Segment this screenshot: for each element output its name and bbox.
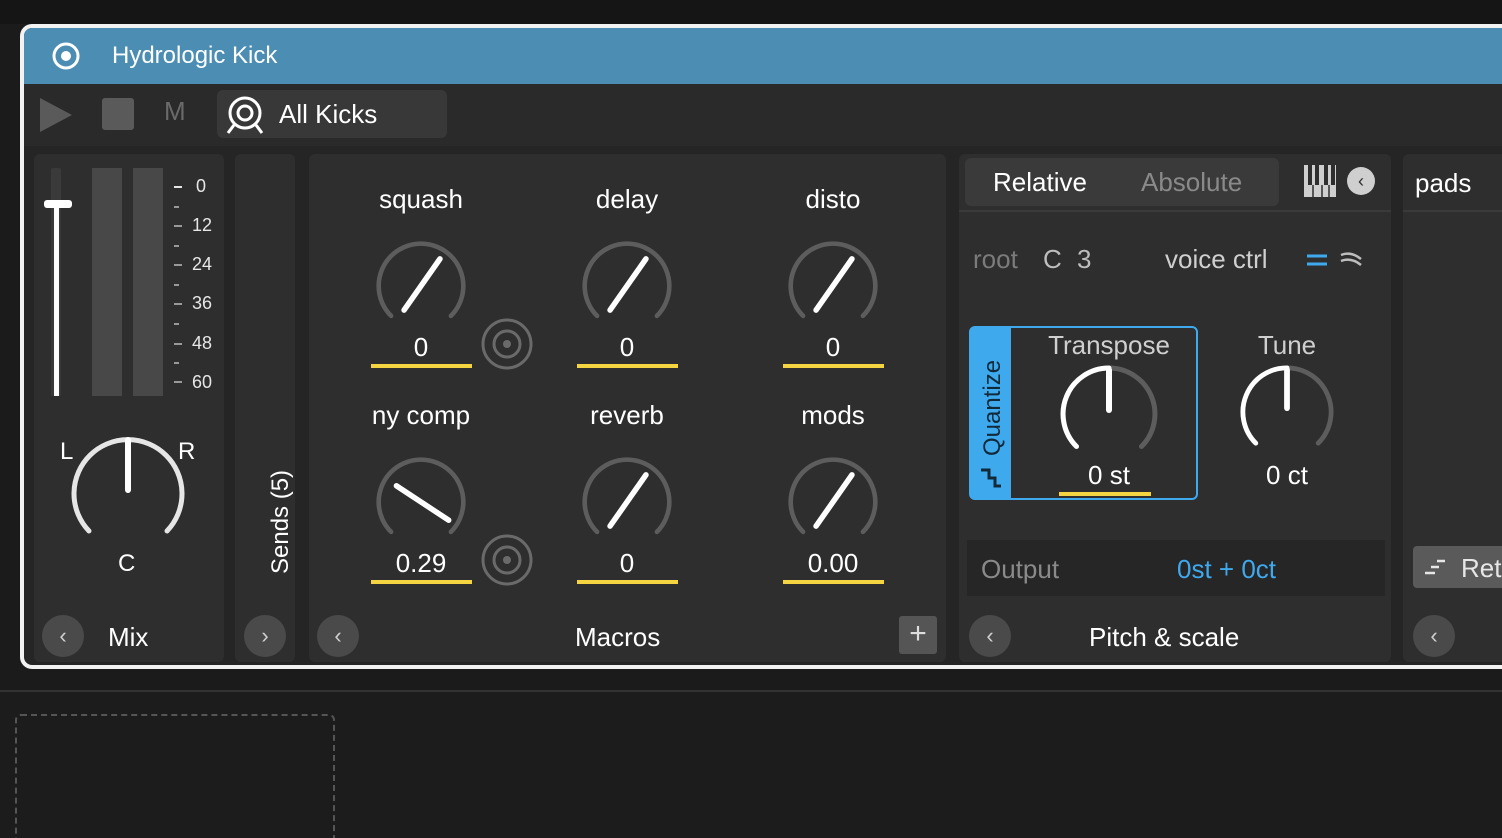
pads-collapse-button[interactable]: ‹: [1413, 615, 1455, 657]
device-logo-icon: [52, 42, 80, 70]
macro-knob-label: squash: [379, 184, 463, 214]
modulation-target-icon[interactable]: [479, 532, 535, 588]
retrigger-button[interactable]: Ret: [1413, 546, 1502, 588]
volume-fader-fill: [54, 204, 59, 396]
pitch-scale-label: Pitch & scale: [1089, 622, 1240, 652]
pitch-header-divider: [959, 210, 1391, 212]
macro-value-underline: [577, 580, 678, 584]
transpose-value-underline: [1059, 492, 1151, 496]
tune-knob[interactable]: [1239, 364, 1335, 460]
output-value: 0st + 0ct: [1177, 554, 1276, 584]
macro-knob-label: disto: [805, 184, 861, 214]
macro-value-underline: [371, 580, 472, 584]
macros-collapse-button[interactable]: ‹: [317, 615, 359, 657]
macro-knob[interactable]: [375, 456, 467, 548]
retrigger-icon: [1425, 559, 1445, 575]
retrigger-label: Ret: [1461, 553, 1502, 583]
meter-scale-label: 48: [192, 333, 213, 353]
transpose-label: Transpose: [1048, 330, 1170, 360]
macro-knob-label: mods: [801, 400, 865, 430]
pan-knob[interactable]: [68, 432, 188, 552]
output-label: Output: [981, 554, 1060, 584]
meter-scale-label: 36: [192, 293, 213, 313]
pads-label: pads: [1415, 168, 1472, 198]
macro-knob-label: delay: [595, 184, 659, 214]
macro-value-underline: [783, 580, 884, 584]
pitch-collapse-button[interactable]: ‹: [969, 615, 1011, 657]
mix-label: Mix: [108, 622, 149, 652]
macro-knob-value[interactable]: 0: [577, 548, 677, 579]
macro-knob-label: reverb: [590, 400, 664, 430]
macro-knob-value[interactable]: 0.00: [783, 548, 883, 579]
macros-label: Macros: [575, 622, 661, 652]
voice-ctrl-wave-icon[interactable]: [1339, 250, 1363, 270]
macro-knob[interactable]: [375, 240, 467, 332]
macro-knob-value[interactable]: 0: [577, 332, 677, 363]
preset-selector[interactable]: All Kicks: [217, 90, 447, 138]
voice-ctrl-label: voice ctrl: [1165, 244, 1268, 274]
meter-scale-label: 24: [192, 254, 213, 274]
pads-header-divider: [1403, 210, 1502, 212]
macro-knob-value[interactable]: 0: [783, 332, 883, 363]
root-octave[interactable]: 3: [1077, 244, 1091, 275]
stop-button[interactable]: [102, 98, 134, 130]
transpose-value[interactable]: 0 st: [1059, 460, 1159, 491]
piano-keys-icon[interactable]: [1303, 164, 1337, 198]
volume-fader-handle[interactable]: [44, 200, 72, 208]
add-macro-button[interactable]: +: [899, 616, 937, 654]
kick-drum-icon: [226, 96, 264, 134]
meter-scale-label: 0: [196, 176, 207, 196]
macro-knob[interactable]: [581, 240, 673, 332]
tune-label: Tune: [1257, 330, 1317, 360]
top-strip: [0, 0, 1502, 24]
level-meter-left: [92, 168, 122, 396]
mix-panel: 0 12 24 36 48 60 L R C ‹ Mix: [34, 154, 224, 662]
macro-knob[interactable]: [787, 456, 879, 548]
level-meter-right: [133, 168, 163, 396]
meter-scale-label: 60: [192, 372, 213, 392]
pan-center-label: C: [118, 550, 136, 577]
meter-scale-label: 12: [192, 215, 213, 235]
device-chain-empty-area: [0, 690, 1502, 838]
pitch-header-collapse-button[interactable]: ‹: [1347, 167, 1375, 195]
transpose-box: Quantize Transpose 0 st: [969, 326, 1198, 500]
quantize-toggle[interactable]: Quantize: [971, 328, 1011, 498]
device-title: Hydrologic Kick: [112, 42, 278, 69]
root-note[interactable]: C: [1043, 244, 1062, 275]
quantize-step-icon: [981, 468, 1001, 488]
sends-label: Sends (5): [267, 469, 294, 574]
tab-relative[interactable]: Relative: [993, 167, 1087, 198]
device-toolbar: M All Kicks: [24, 84, 1502, 146]
device-panel: Hydrologic Kick M All Kicks 0 12 24 36 4…: [20, 24, 1502, 669]
output-row: Output 0st + 0ct: [967, 540, 1385, 596]
modulation-target-icon[interactable]: [479, 316, 535, 372]
device-title-bar[interactable]: Hydrologic Kick: [24, 28, 1502, 84]
macro-value-underline: [577, 364, 678, 368]
macro-knob[interactable]: [787, 240, 879, 332]
quantize-label: Quantize: [979, 359, 1006, 456]
sends-expand-button[interactable]: ›: [244, 615, 286, 657]
tab-absolute[interactable]: Absolute: [1141, 167, 1242, 198]
macro-knob-value[interactable]: 0.29: [371, 548, 471, 579]
macro-value-underline: [783, 364, 884, 368]
preset-name: All Kicks: [279, 99, 378, 129]
voice-ctrl-equal-icon[interactable]: [1305, 250, 1329, 270]
macros-panel: ‹ Macros + squash 0 delay 0 disto 0 ny comp 0.2…: [309, 154, 946, 662]
sends-panel[interactable]: Sends (5) ›: [235, 154, 295, 662]
pads-panel: pads Ret ‹: [1403, 154, 1502, 662]
transpose-knob[interactable]: [1059, 364, 1159, 464]
play-icon[interactable]: [38, 96, 74, 134]
drop-zone[interactable]: [15, 714, 335, 838]
macro-knob-label: ny comp: [371, 400, 471, 430]
macro-knob-value[interactable]: 0: [371, 332, 471, 363]
tune-value[interactable]: 0 ct: [1237, 460, 1337, 491]
mode-tabs: Relative Absolute: [965, 158, 1279, 206]
root-label: root: [973, 244, 1018, 274]
macro-value-underline: [371, 364, 472, 368]
macro-knob[interactable]: [581, 456, 673, 548]
mute-button[interactable]: M: [164, 96, 186, 127]
mix-collapse-button[interactable]: ‹: [42, 615, 84, 657]
meter-scale: 0 12 24 36 48 60: [174, 176, 224, 396]
pitch-scale-panel: Relative Absolute ‹ root C 3 voice ctrl: [959, 154, 1391, 662]
